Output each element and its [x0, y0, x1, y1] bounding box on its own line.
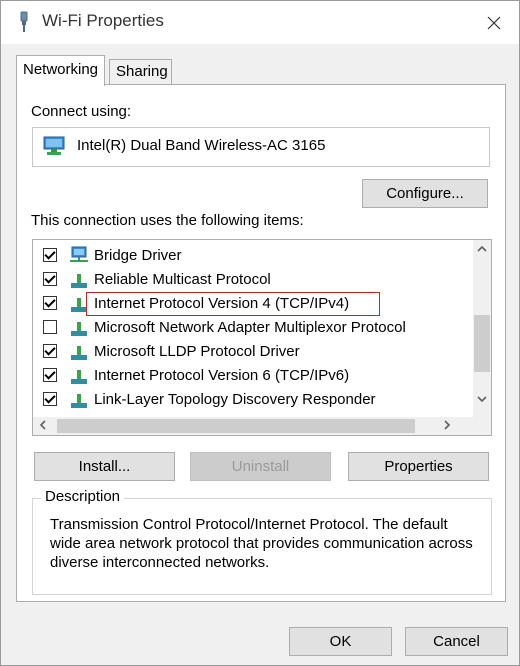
- item-checkbox[interactable]: [43, 248, 57, 262]
- item-checkbox[interactable]: [43, 344, 57, 358]
- item-label: Microsoft LLDP Protocol Driver: [94, 343, 300, 360]
- scroll-down-icon[interactable]: [477, 394, 487, 406]
- scroll-left-icon[interactable]: [39, 420, 47, 433]
- item-checkbox[interactable]: [43, 392, 57, 406]
- scroll-right-icon[interactable]: [443, 420, 451, 433]
- install-button[interactable]: Install...: [34, 452, 175, 481]
- adapter-name: Intel(R) Dual Band Wireless-AC 3165: [77, 137, 326, 154]
- list-item[interactable]: Link-Layer Topology Discovery Responder: [33, 388, 461, 412]
- connect-using-label: Connect using:: [31, 103, 132, 120]
- list-item[interactable]: Reliable Multicast Protocol: [33, 268, 461, 292]
- uninstall-button[interactable]: Uninstall: [190, 452, 331, 481]
- description-text: Transmission Control Protocol/Internet P…: [50, 516, 473, 571]
- tab-networking-label: Networking: [23, 61, 99, 78]
- vertical-scrollbar[interactable]: [473, 240, 491, 418]
- item-checkbox[interactable]: [43, 272, 57, 286]
- list-item[interactable]: Microsoft Network Adapter Multiplexor Pr…: [33, 316, 461, 340]
- adapter-box: Intel(R) Dual Band Wireless-AC 3165: [32, 127, 490, 167]
- vertical-scroll-thumb[interactable]: [474, 315, 490, 372]
- network-bridge-icon: [70, 246, 88, 262]
- configure-button[interactable]: Configure...: [362, 179, 488, 208]
- protocol-icon: [71, 346, 87, 360]
- window-title: Wi-Fi Properties: [42, 11, 164, 30]
- title-bar[interactable]: Wi-Fi Properties: [1, 1, 519, 44]
- horizontal-scrollbar[interactable]: [33, 417, 491, 435]
- item-label: Microsoft Network Adapter Multiplexor Pr…: [94, 319, 406, 336]
- item-checkbox[interactable]: [43, 320, 57, 334]
- cancel-button[interactable]: Cancel: [405, 627, 508, 656]
- item-checkbox[interactable]: [43, 368, 57, 382]
- list-item[interactable]: Bridge Driver: [33, 244, 461, 268]
- protocol-icon: [71, 370, 87, 384]
- items-section-label: This connection uses the following items…: [31, 212, 304, 229]
- network-adapter-icon: [43, 136, 65, 155]
- close-icon: [487, 16, 501, 30]
- list-item[interactable]: Internet Protocol Version 4 (TCP/IPv4): [33, 292, 461, 316]
- network-plug-icon: [20, 11, 28, 32]
- item-label: Reliable Multicast Protocol: [94, 271, 271, 288]
- items-list: Bridge Driver Reliable Multicast Protoco…: [32, 239, 492, 436]
- wifi-properties-dialog: Wi-Fi Properties Networking Sharing Conn…: [0, 0, 520, 666]
- networking-panel: Connect using: Intel(R) Dual Band Wirele…: [16, 84, 506, 602]
- close-button[interactable]: [479, 8, 509, 38]
- list-item[interactable]: Internet Protocol Version 6 (TCP/IPv6): [33, 364, 461, 388]
- protocol-icon: [71, 274, 87, 288]
- item-label: Bridge Driver: [94, 247, 182, 264]
- item-label: Internet Protocol Version 4 (TCP/IPv4): [94, 295, 350, 312]
- item-checkbox[interactable]: [43, 296, 57, 310]
- ok-button[interactable]: OK: [289, 627, 392, 656]
- protocol-icon: [71, 322, 87, 336]
- tab-sharing-label: Sharing: [116, 63, 168, 80]
- protocol-icon: [71, 394, 87, 408]
- scroll-up-icon[interactable]: [477, 244, 487, 256]
- item-label: Link-Layer Topology Discovery Responder: [94, 391, 376, 408]
- properties-button[interactable]: Properties: [348, 452, 489, 481]
- horizontal-scroll-thumb[interactable]: [57, 419, 415, 433]
- tab-networking[interactable]: Networking: [16, 55, 105, 86]
- tab-sharing[interactable]: Sharing: [109, 59, 172, 85]
- item-label: Internet Protocol Version 6 (TCP/IPv6): [94, 367, 350, 384]
- description-legend: Description: [41, 488, 125, 505]
- list-item[interactable]: Microsoft LLDP Protocol Driver: [33, 340, 461, 364]
